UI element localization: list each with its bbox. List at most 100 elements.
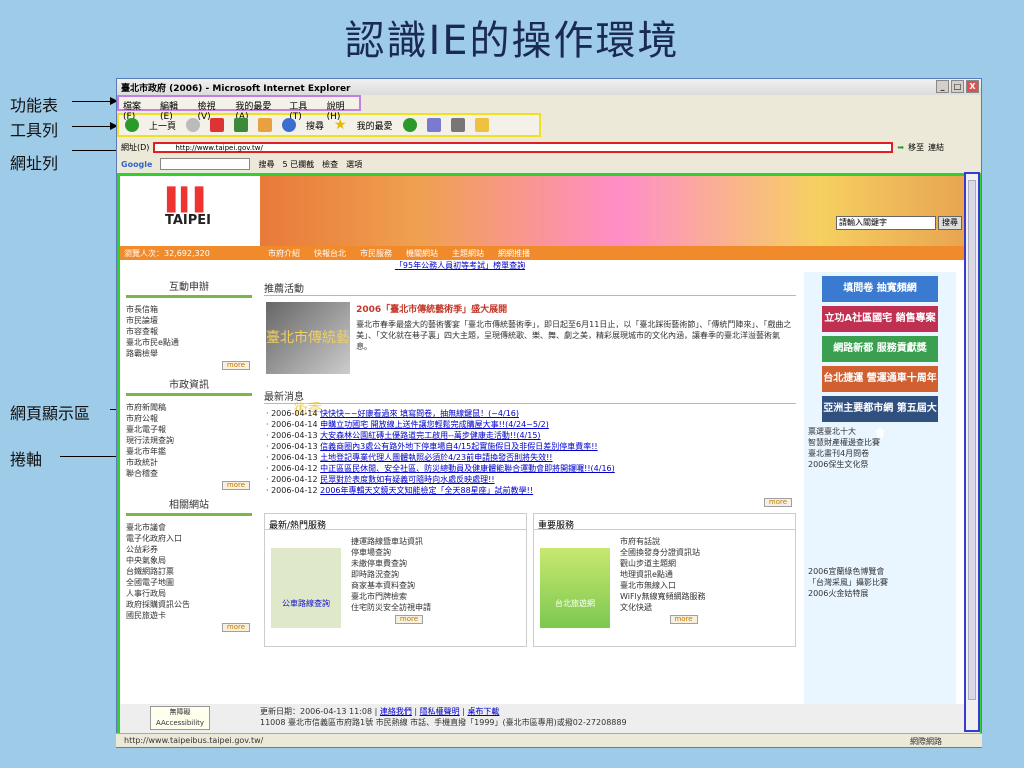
print-icon[interactable]: [450, 118, 465, 132]
nav-item-news[interactable]: 快報台北: [314, 248, 346, 259]
media-icon[interactable]: [402, 118, 417, 132]
refresh-icon[interactable]: [234, 118, 249, 132]
service-link[interactable]: 觀山步道主題網: [620, 558, 706, 569]
download-link[interactable]: 桌布下載: [467, 707, 499, 716]
service-link[interactable]: 住宅防災安全訪視申請: [351, 602, 431, 613]
sidebar-item[interactable]: 市政統計: [120, 457, 258, 468]
sidebar-item[interactable]: 市長信箱: [120, 304, 258, 315]
search-icon[interactable]: [282, 118, 297, 132]
more-button[interactable]: more: [395, 615, 423, 624]
sidebar-item[interactable]: 國民旅遊卡: [120, 610, 258, 621]
ad-banner[interactable]: 填問卷 抽寬頻網: [822, 276, 938, 302]
back-button[interactable]: 上一頁: [149, 119, 176, 132]
sidebar-item[interactable]: 聯合稽查: [120, 468, 258, 479]
sidebar-item[interactable]: 市民論壇: [120, 315, 258, 326]
menu-view[interactable]: 檢視(V): [197, 99, 225, 122]
sidebar-item[interactable]: 電子化政府入口: [120, 533, 258, 544]
sidebar-item[interactable]: 台鐵網路訂票: [120, 566, 258, 577]
sidebar-item[interactable]: 現行法規查詢: [120, 435, 258, 446]
nav-item-agencies[interactable]: 機關網站: [406, 248, 438, 259]
news-link[interactable]: 大安森林公園紅磚土優路道完工啟用--萬步健康走活動!!(4/15): [320, 431, 540, 440]
menu-tools[interactable]: 工具(T): [289, 99, 316, 122]
sidebar-item[interactable]: 中央氣象局: [120, 555, 258, 566]
more-button[interactable]: more: [222, 623, 250, 632]
more-button[interactable]: more: [669, 615, 698, 624]
ad-banner[interactable]: 網路新都 服務貢獻獎: [822, 336, 938, 362]
sidebar-item[interactable]: 人事行政局: [120, 588, 258, 599]
nav-item-intro[interactable]: 市府介紹: [268, 248, 300, 259]
back-arrow-icon[interactable]: [125, 118, 139, 132]
menu-file[interactable]: 檔案(F): [123, 99, 150, 122]
popup-blocker-count[interactable]: 5 已攔截: [282, 159, 314, 170]
sidebar-item[interactable]: 臺北市議會: [120, 522, 258, 533]
spell-check-button[interactable]: 檢查: [322, 159, 338, 170]
news-link[interactable]: 申購立功國宅 開放線上送件讓您輕鬆完成購屋大事!!(4/24~5/2): [320, 420, 549, 429]
search-button[interactable]: 搜尋: [306, 119, 324, 132]
promo-image[interactable]: 臺北市傳統藝術季: [266, 302, 351, 418]
service-link[interactable]: 商家基本資料查詢: [351, 580, 431, 591]
vertical-scrollbar[interactable]: [964, 172, 980, 732]
sidebar-item[interactable]: 市府公報: [120, 413, 258, 424]
news-link[interactable]: 信義商圈內3處公有路外地下停車場自4/15起實施假日及非假日差別停車費率!!: [320, 442, 597, 451]
home-icon[interactable]: [258, 118, 273, 132]
news-link[interactable]: 2006年專輯天文鏡天文知能檢定「全天88星座」試前教學!!: [320, 486, 533, 495]
mail-icon[interactable]: [426, 118, 441, 132]
more-button[interactable]: more: [764, 498, 792, 507]
ad-link[interactable]: 「台灣采風」攝影比賽: [804, 577, 956, 588]
menu-edit[interactable]: 編輯(E): [160, 99, 187, 122]
stop-icon[interactable]: [210, 118, 225, 132]
news-link[interactable]: 中正區區民休閒、安全社區、防災總動員及健康體能聯合運動會即將開鑼囉!!(4/16…: [320, 464, 615, 473]
site-search-button[interactable]: 搜尋: [938, 216, 962, 230]
favorites-button[interactable]: 我的最愛: [357, 119, 393, 132]
service-link[interactable]: 全國換發身分證資訊站: [620, 547, 706, 558]
maximize-button[interactable]: □: [951, 80, 964, 93]
service-link[interactable]: 市府有話說: [620, 536, 706, 547]
sidebar-item[interactable]: 全國電子地圖: [120, 577, 258, 588]
close-button[interactable]: X: [966, 80, 979, 93]
ad-banner[interactable]: 立功A社區國宅 銷售專案: [822, 306, 938, 332]
folder-icon[interactable]: [474, 118, 489, 132]
title-bar[interactable]: 臺北市政府 (2006) - Microsoft Internet Explor…: [117, 79, 981, 95]
ad-banner[interactable]: 台北捷運 營運通車十周年: [822, 366, 938, 392]
contact-link[interactable]: 連絡我們: [380, 707, 412, 716]
exam-result-link[interactable]: 「95年公務人員初等考試」榜單查詢: [120, 260, 800, 272]
ad-banner[interactable]: 亞洲主要都市網 第五屆大會: [822, 396, 938, 440]
service-link[interactable]: 臺北市門牌檢索: [351, 591, 431, 602]
menu-favorites[interactable]: 我的最愛(A): [235, 99, 279, 122]
ad-link[interactable]: 2006宜蘭綠色博覽會: [804, 566, 956, 577]
site-search-input[interactable]: 請輸入關鍵字: [836, 216, 936, 230]
news-link[interactable]: 土地登記專業代理人團體執照必須於4/23前申請換發否則將失效!!: [320, 453, 552, 462]
google-logo[interactable]: Google: [121, 160, 152, 169]
sidebar-item[interactable]: 政府採購資訊公告: [120, 599, 258, 610]
nav-item-push[interactable]: 網網推播: [498, 248, 530, 259]
service-link[interactable]: 文化快遞: [620, 602, 706, 613]
nav-item-topics[interactable]: 主題網站: [452, 248, 484, 259]
service-link[interactable]: WiFly無線寬頻網路服務: [620, 591, 706, 602]
news-link[interactable]: 民眾對於表度數如有疑義可隨時向水處反映處理!!: [320, 475, 494, 484]
google-search-input[interactable]: [160, 158, 251, 170]
favorites-star-icon[interactable]: ★: [334, 117, 347, 133]
scroll-thumb[interactable]: [968, 180, 976, 700]
service-link[interactable]: 即時路況查詢: [351, 569, 431, 580]
service-link[interactable]: 停車場查詢: [351, 547, 431, 558]
google-options-button[interactable]: 選項: [346, 159, 362, 170]
service-link[interactable]: 地理資訊e點通: [620, 569, 706, 580]
taipei-logo[interactable]: ▌▍▌ TAIPEI: [158, 188, 218, 228]
more-button[interactable]: more: [222, 481, 250, 490]
sidebar-item[interactable]: 臺北市年鑑: [120, 446, 258, 457]
sidebar-item[interactable]: 公益彩券: [120, 544, 258, 555]
links-button[interactable]: 連結: [928, 142, 944, 153]
promo-title[interactable]: 2006「臺北市傳統藝術季」盛大展開: [356, 302, 794, 315]
sidebar-item[interactable]: 臺北市民e點通: [120, 337, 258, 348]
sidebar-item[interactable]: 市容查報: [120, 326, 258, 337]
address-input[interactable]: http://www.taipei.gov.tw/: [153, 141, 894, 153]
news-link[interactable]: 快快快~~好康看過來 填寫問卷，抽無線鍵鼠！(~4/16): [320, 409, 519, 418]
service-link[interactable]: 捷運路線暨車站資訊: [351, 536, 431, 547]
privacy-link[interactable]: 隱私權聲明: [420, 707, 460, 716]
sidebar-item[interactable]: 路霸檢舉: [120, 348, 258, 359]
nav-item-services[interactable]: 市民服務: [360, 248, 392, 259]
ad-link[interactable]: 2006火金姑特展: [804, 588, 956, 599]
menu-help[interactable]: 說明(H): [327, 99, 355, 122]
go-button[interactable]: 移至: [908, 142, 924, 153]
service-link[interactable]: 臺北市無線入口: [620, 580, 706, 591]
